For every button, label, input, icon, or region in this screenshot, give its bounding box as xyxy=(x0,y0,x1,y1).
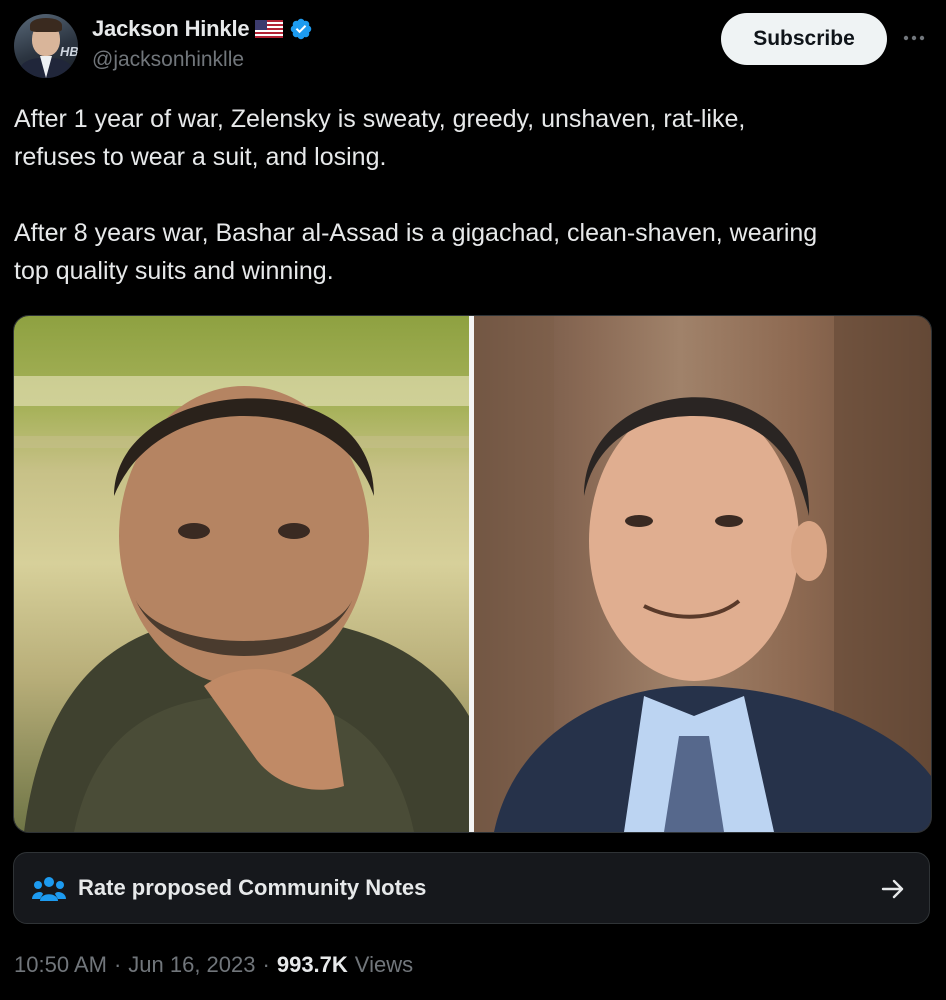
views-label: Views xyxy=(354,952,414,977)
tweet-media[interactable] xyxy=(13,315,932,833)
author-display-name[interactable]: Jackson Hinkle xyxy=(92,16,250,42)
author-handle[interactable]: @jacksonhinklle xyxy=(92,48,244,72)
zelensky-photo[interactable] xyxy=(14,316,469,832)
assad-photo[interactable] xyxy=(474,316,931,832)
tweet-time[interactable]: 10:50 AM xyxy=(14,952,107,978)
author-name-row[interactable]: Jackson Hinkle xyxy=(92,14,313,44)
tweet-date[interactable]: Jun 16, 2023 xyxy=(128,952,255,978)
arrow-right-icon[interactable] xyxy=(879,875,907,903)
more-dots-icon xyxy=(903,35,925,41)
assad-illustration xyxy=(474,316,931,832)
verified-badge-icon xyxy=(291,18,312,40)
people-icon xyxy=(32,877,66,901)
us-flag-icon xyxy=(255,20,284,38)
avatar-badge-text: HB xyxy=(60,44,78,59)
community-notes-label[interactable]: Rate proposed Community Notes xyxy=(78,875,426,901)
more-options-icon[interactable] xyxy=(898,24,930,52)
views-count: 993.7K xyxy=(276,952,348,977)
tweet-meta: 10:50 AM · Jun 16, 2023 · 993.7K Views xyxy=(14,952,413,978)
subscribe-button[interactable]: Subscribe xyxy=(721,13,887,65)
community-notes-bar[interactable]: Rate proposed Community Notes xyxy=(13,852,930,924)
tweet-header: HB Jackson Hinkle @jacksonhinklle Subscr… xyxy=(14,12,934,80)
avatar-hair xyxy=(30,18,62,32)
zelensky-illustration xyxy=(14,376,469,832)
tweet-text: After 1 year of war, Zelensky is sweaty,… xyxy=(14,105,818,285)
author-avatar[interactable]: HB xyxy=(14,14,78,78)
meta-separator: · xyxy=(113,952,122,977)
meta-separator: · xyxy=(262,952,270,977)
